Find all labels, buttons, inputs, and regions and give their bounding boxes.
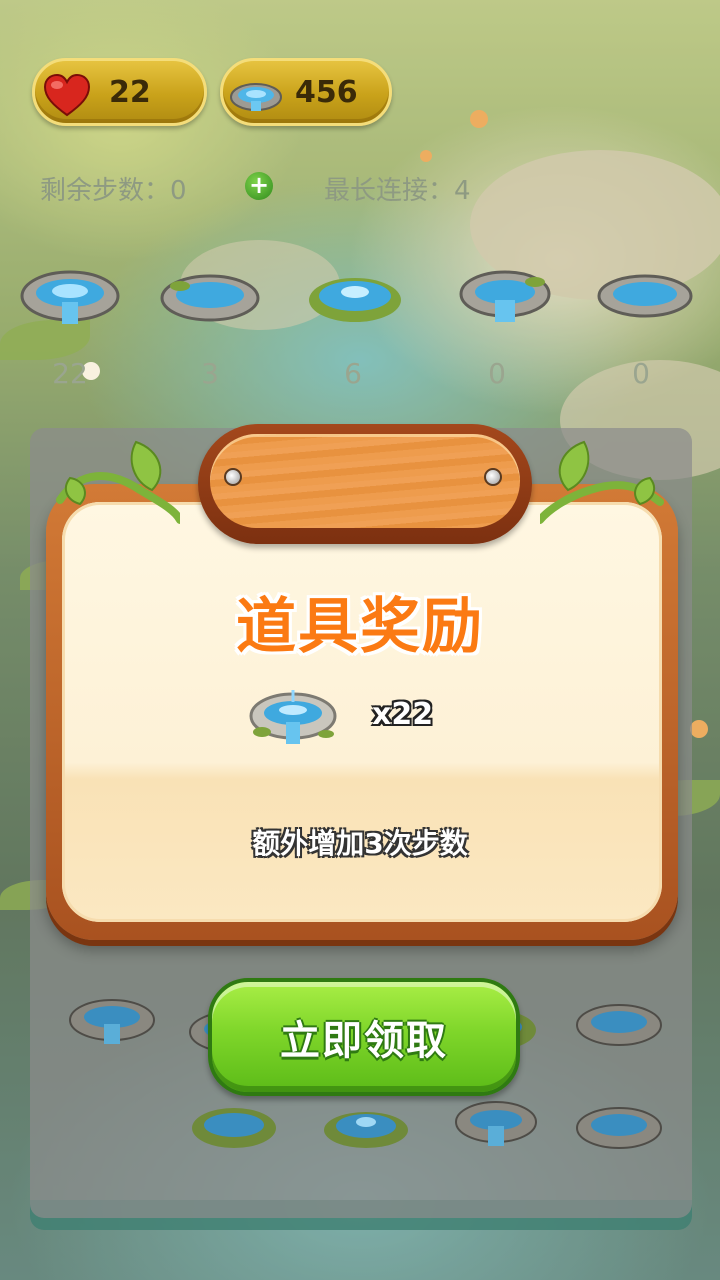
well-icon (69, 999, 155, 1044)
well-icon (249, 690, 337, 744)
well-icon (324, 1112, 408, 1148)
heart-icon (43, 73, 91, 117)
well-icon (455, 1101, 537, 1146)
reward-title: 道具奖励 (236, 592, 484, 662)
claim-now-button[interactable]: 立即领取 (208, 978, 520, 1096)
well-icon (230, 83, 282, 111)
steps-label: 剩余步数： (40, 176, 171, 206)
well-count: 22 (52, 357, 88, 390)
screw-icon (484, 468, 502, 486)
screw-icon (224, 468, 242, 486)
remaining-steps: 剩余步数：0 (40, 170, 187, 207)
wells-counter: 456 (220, 58, 392, 126)
well-icon (192, 1108, 276, 1148)
well-count: 0 (632, 357, 650, 390)
reward-description: 额外增加3次步数 (252, 827, 468, 860)
well-icon (576, 1004, 662, 1046)
well-count: 0 (488, 357, 506, 390)
plus-icon[interactable]: + (245, 172, 273, 200)
longest-combo: 最长连接：4 (324, 170, 471, 207)
reward-dialog (46, 484, 678, 940)
steps-value: 0 (170, 176, 187, 206)
well-icon (20, 270, 120, 324)
lives-counter: 22 (32, 58, 207, 126)
well-icon (576, 1107, 662, 1149)
well-count: 3 (201, 357, 219, 390)
well-icon (597, 274, 693, 318)
title-plaque (198, 424, 532, 544)
vine-decoration-icon (540, 440, 664, 524)
vine-decoration-icon (56, 440, 180, 524)
combo-value: 4 (454, 176, 471, 206)
combo-label: 最长连接： (324, 176, 455, 206)
well-icon (309, 278, 401, 322)
well-icon (459, 270, 551, 322)
well-icon (160, 274, 260, 322)
goal-wells-row (0, 262, 720, 332)
lives-value: 22 (109, 74, 151, 110)
wells-value: 456 (295, 74, 358, 110)
reward-quantity: x22 (372, 697, 434, 732)
claim-button-label: 立即领取 (280, 1018, 448, 1064)
well-count: 6 (344, 357, 362, 390)
